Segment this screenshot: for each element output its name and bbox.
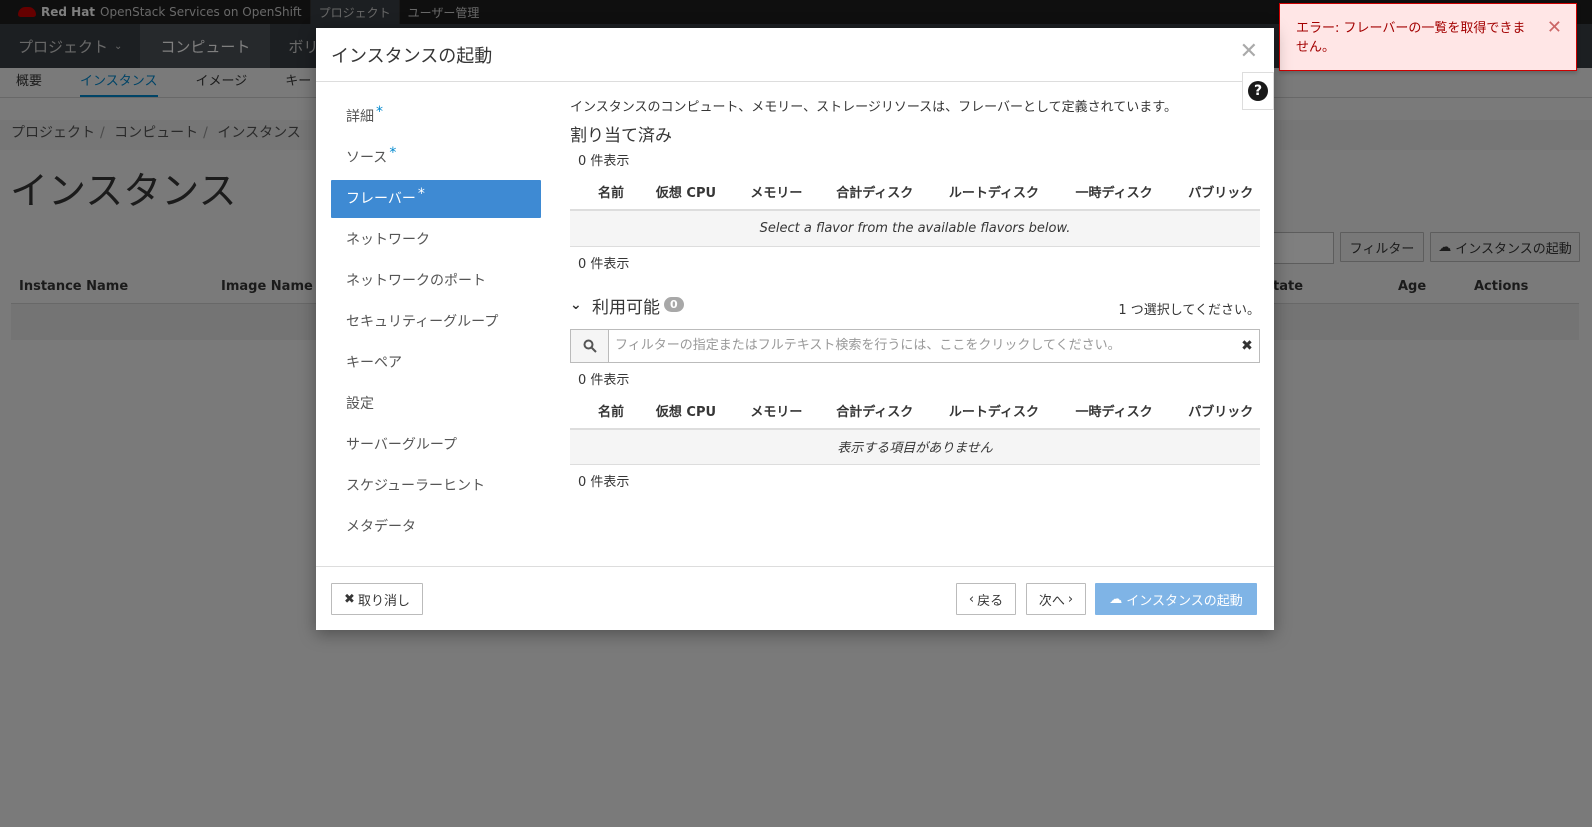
col-total-disk[interactable]: 合計ディスク — [808, 174, 921, 211]
error-toast: エラー: フレーバーの一覧を取得できません。 ✕ — [1279, 3, 1577, 71]
wizard-step-source[interactable]: ソース * — [331, 139, 541, 177]
wizard-step-metadata[interactable]: メタデータ — [331, 508, 541, 546]
allocated-empty-message: Select a flavor from the available flavo… — [570, 210, 1260, 247]
available-table: 名前 仮想 CPU メモリー 合計ディスク ルートディスク 一時ディスク パブリ… — [570, 392, 1260, 465]
col-vcpu[interactable]: 仮想 CPU — [627, 174, 723, 211]
clear-icon[interactable]: ✖ — [1235, 330, 1259, 362]
cancel-button[interactable]: ✖ 取り消し — [331, 583, 423, 615]
modal-title: インスタンスの起動 — [331, 46, 493, 67]
launch-instance-button[interactable]: ☁ インスタンスの起動 — [1095, 583, 1257, 615]
flavor-step-content: インスタンスのコンピュート、メモリー、ストレージリソースは、フレーバーとして定義… — [570, 88, 1260, 495]
col-memory[interactable]: メモリー — [722, 174, 809, 211]
flavor-intro-text: インスタンスのコンピュート、メモリー、ストレージリソースは、フレーバーとして定義… — [570, 100, 1177, 115]
wizard-step-security-groups[interactable]: セキュリティーグループ — [331, 303, 541, 341]
close-icon[interactable]: ✕ — [1547, 18, 1562, 37]
allocated-title: 割り当て済み — [570, 126, 672, 146]
wizard-step-details[interactable]: 詳細 * — [331, 98, 541, 136]
flavor-search-input[interactable] — [609, 329, 1235, 362]
error-toast-message: エラー: フレーバーの一覧を取得できません。 — [1296, 21, 1526, 55]
step-label: 詳細 — [346, 109, 374, 125]
wizard-step-network-ports[interactable]: ネットワークのポート — [331, 262, 541, 300]
launch-label: インスタンスの起動 — [1126, 593, 1243, 609]
next-button[interactable]: 次へ › — [1026, 583, 1086, 615]
wizard-step-networks[interactable]: ネットワーク — [331, 221, 541, 259]
pick-one-hint: 1 つ選択してください。 — [1118, 302, 1260, 318]
wizard-step-scheduler-hints[interactable]: スケジューラーヒント — [331, 467, 541, 505]
col-memory[interactable]: メモリー — [722, 392, 809, 430]
wizard-steps: 詳細 * ソース * フレーバー * ネットワーク ネットワークのポート セキュリティ… — [331, 98, 541, 549]
modal-header: インスタンスの起動 ✕ — [316, 28, 1274, 82]
wizard-step-flavor[interactable]: フレーバー * — [331, 180, 541, 218]
modal-footer: ✖ 取り消し ‹ 戻る 次へ › ☁ インスタンスの起動 — [316, 566, 1274, 630]
col-ephemeral-disk[interactable]: 一時ディスク — [1047, 174, 1161, 211]
close-icon[interactable]: ✕ — [1240, 39, 1258, 64]
allocated-count-bottom: 0 件表示 — [578, 256, 630, 272]
available-count-top: 0 件表示 — [578, 372, 630, 388]
col-name[interactable]: 名前 — [570, 392, 628, 430]
wizard-step-server-groups[interactable]: サーバーグループ — [331, 426, 541, 464]
col-root-disk[interactable]: ルートディスク — [920, 174, 1048, 211]
close-icon: ✖ — [344, 591, 355, 607]
chevron-down-icon[interactable]: ⌄ — [570, 297, 582, 313]
cloud-upload-icon: ☁ — [1109, 591, 1123, 607]
col-ephemeral-disk[interactable]: 一時ディスク — [1047, 392, 1161, 430]
back-label: 戻る — [977, 593, 1004, 609]
available-title: 利用可能 — [592, 297, 660, 318]
available-empty-message: 表示する項目がありません — [570, 428, 1260, 465]
col-total-disk[interactable]: 合計ディスク — [808, 392, 921, 430]
chevron-right-icon: › — [1067, 591, 1074, 607]
required-marker: * — [389, 145, 397, 161]
cancel-label: 取り消し — [357, 593, 410, 609]
wizard-step-keypair[interactable]: キーペア — [331, 344, 541, 382]
search-icon — [571, 329, 609, 362]
col-public[interactable]: パブリック — [1160, 174, 1260, 211]
col-root-disk[interactable]: ルートディスク — [920, 392, 1048, 430]
wizard-step-configuration[interactable]: 設定 — [331, 385, 541, 423]
next-label: 次へ — [1038, 593, 1065, 609]
step-label: フレーバー — [346, 191, 416, 207]
step-label: ソース — [346, 150, 388, 166]
launch-instance-modal: インスタンスの起動 ✕ ? 詳細 * ソース * フレーバー * ネットワーク ネット… — [316, 28, 1274, 630]
col-name[interactable]: 名前 — [570, 174, 628, 211]
chevron-left-icon: ‹ — [968, 591, 975, 607]
required-marker: * — [417, 186, 425, 202]
back-button[interactable]: ‹ 戻る — [956, 583, 1016, 615]
available-header[interactable]: ⌄ 利用可能 0 1 つ選択してください。 — [570, 291, 1260, 325]
col-vcpu[interactable]: 仮想 CPU — [627, 392, 723, 430]
allocated-count-top: 0 件表示 — [578, 154, 630, 169]
allocated-table: 名前 仮想 CPU メモリー 合計ディスク ルートディスク 一時ディスク パブリ… — [570, 174, 1260, 247]
col-public[interactable]: パブリック — [1160, 392, 1260, 430]
flavor-search-bar: ✖ — [570, 328, 1260, 363]
required-marker: * — [376, 104, 383, 120]
available-count-bottom: 0 件表示 — [578, 475, 630, 490]
available-count-badge: 0 — [664, 296, 684, 312]
